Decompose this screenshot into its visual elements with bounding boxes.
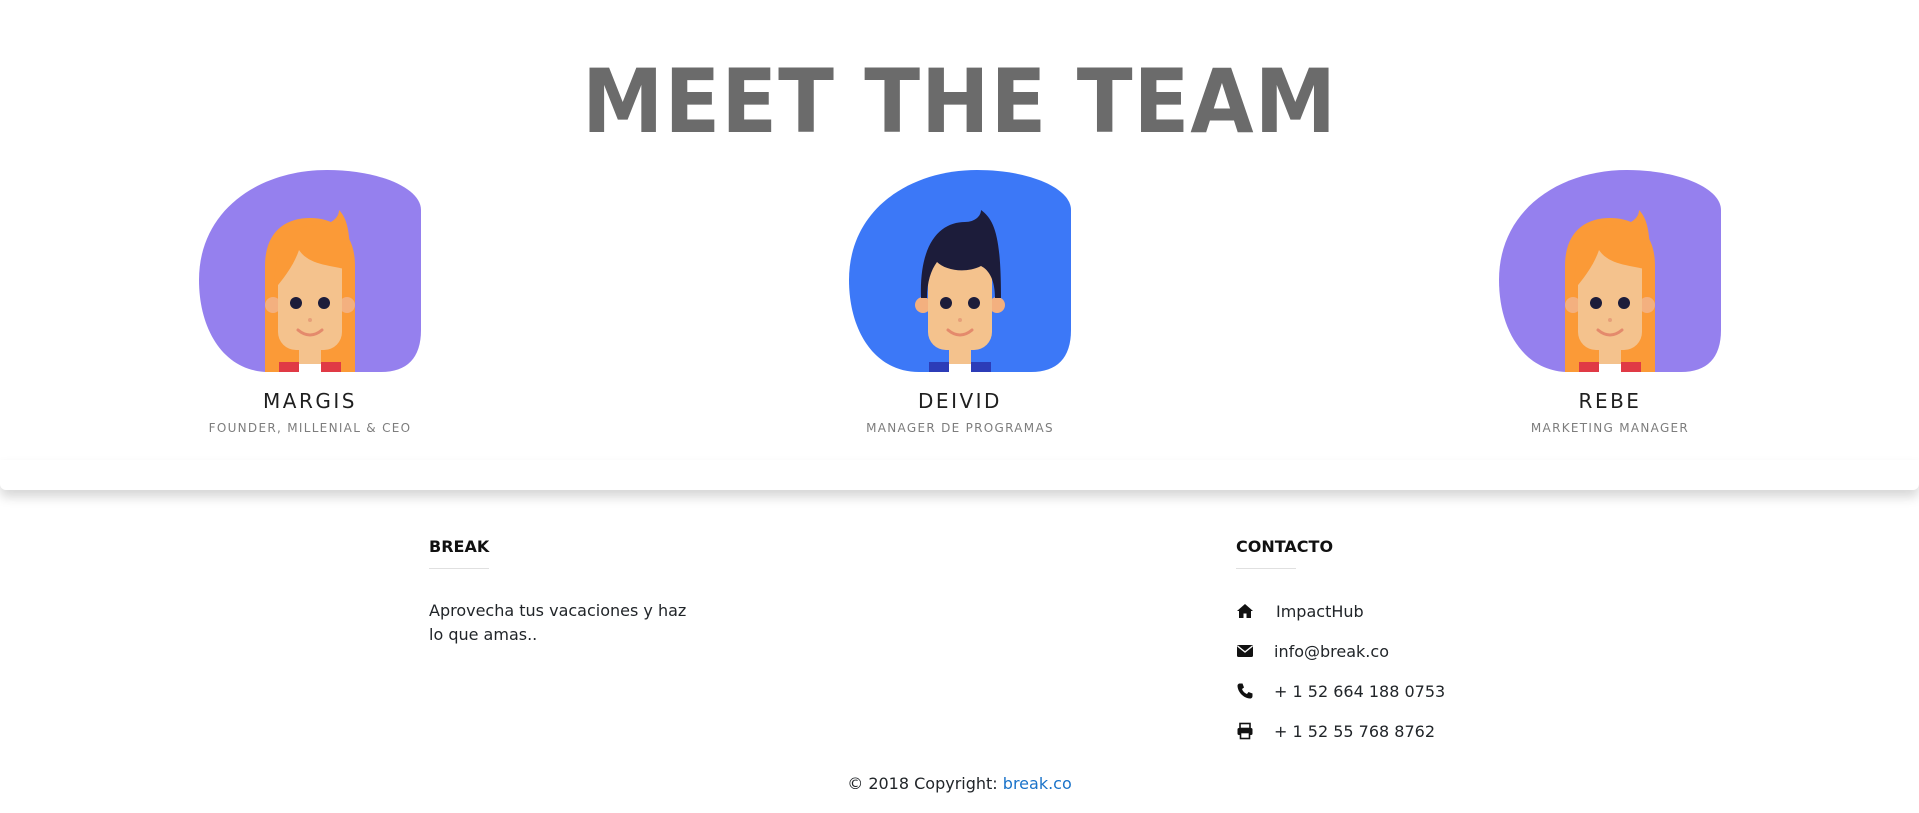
contact-item-email: info@break.co	[1236, 639, 1445, 663]
member-role: MANAGER DE PROGRAMAS	[866, 421, 1054, 435]
envelope-icon	[1236, 642, 1254, 660]
team-member-card: DEIVID MANAGER DE PROGRAMAS	[810, 170, 1110, 435]
contact-item-address: ImpactHub	[1236, 599, 1445, 623]
copyright: © 2018 Copyright: break.co	[0, 774, 1919, 793]
team-member-card: MARGIS FOUNDER, MILLENIAL & CEO	[160, 170, 460, 435]
page-title: MEET THE TEAM	[582, 50, 1337, 153]
contact-address-text: ImpactHub	[1276, 601, 1364, 621]
contact-phone-text[interactable]: + 1 52 664 188 0753	[1274, 682, 1445, 701]
contact-item-phone: + 1 52 664 188 0753	[1236, 679, 1445, 703]
contact-list: ImpactHub info@break.co + 1 52 664 188 0…	[1236, 599, 1445, 743]
contact-fax-text: + 1 52 55 768 8762	[1274, 721, 1435, 741]
team-member-card: REBE MARKETING MANAGER	[1460, 170, 1760, 435]
member-name: DEIVID	[918, 389, 1002, 413]
section-divider	[0, 460, 1919, 490]
member-role: FOUNDER, MILLENIAL & CEO	[208, 421, 412, 435]
home-icon	[1236, 602, 1254, 620]
copyright-link[interactable]: break.co	[1003, 774, 1072, 793]
heading-underline	[429, 568, 489, 569]
female-avatar-icon	[199, 170, 421, 372]
printer-icon	[1236, 722, 1254, 740]
male-avatar-icon	[849, 170, 1071, 372]
member-name: REBE	[1578, 389, 1642, 413]
footer-brand-heading: BREAK	[429, 537, 490, 556]
footer-brand-text: Aprovecha tus vacaciones y haz lo que am…	[429, 601, 687, 644]
footer-contact: CONTACTO ImpactHub info@break.co + 1 52 …	[1236, 537, 1445, 759]
copyright-text: © 2018 Copyright:	[847, 774, 998, 793]
page: MEET THE TEAM MARGIS FOUNDER, MILLENIAL …	[0, 0, 1919, 813]
contact-item-fax: + 1 52 55 768 8762	[1236, 719, 1445, 743]
footer-brand: BREAK Aprovecha tus vacaciones y haz lo …	[429, 537, 699, 647]
heading-underline	[1236, 568, 1296, 569]
footer-contact-heading: CONTACTO	[1236, 537, 1334, 556]
phone-icon	[1236, 682, 1254, 700]
member-name: MARGIS	[263, 389, 357, 413]
female-avatar-icon	[1499, 170, 1721, 372]
contact-email-text[interactable]: info@break.co	[1274, 642, 1389, 661]
member-role: MARKETING MANAGER	[1530, 421, 1690, 435]
